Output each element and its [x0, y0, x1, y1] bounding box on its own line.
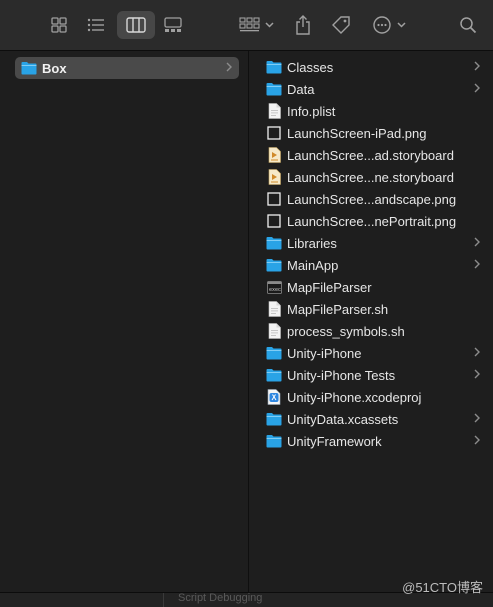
folder-icon — [266, 433, 282, 449]
file-name: Unity-iPhone Tests — [287, 367, 396, 383]
columns-icon — [126, 17, 146, 33]
file-name: Classes — [287, 59, 334, 75]
list-view-button[interactable] — [84, 11, 108, 39]
file-name: LaunchScreen-iPad.png — [287, 125, 427, 141]
document-icon — [266, 323, 282, 339]
list-item[interactable]: MapFileParser.sh — [266, 298, 487, 320]
list-item[interactable]: Info.plist — [266, 100, 487, 122]
storyboard-file-icon — [266, 169, 282, 185]
list-item[interactable]: UnityData.xcassets — [266, 408, 487, 430]
bottom-label: Script Debugging — [178, 592, 263, 604]
executable-icon: exec — [266, 279, 282, 295]
list-item[interactable]: Unity-iPhone — [266, 342, 487, 364]
list-item[interactable]: Unity-iPhone Tests — [266, 364, 487, 386]
file-name: MapFileParser — [287, 279, 372, 295]
file-name: UnityFramework — [287, 433, 382, 449]
storyboard-file-icon — [266, 147, 282, 163]
file-name: Libraries — [287, 235, 337, 251]
list-item[interactable]: Libraries — [266, 232, 487, 254]
folder-icon — [21, 60, 37, 76]
folder-icon — [266, 235, 282, 251]
finder-window: Box Classes Data Info.plist LaunchScreen-iP… — [0, 0, 493, 593]
file-name: process_symbols.sh — [287, 323, 405, 339]
folder-icon — [266, 367, 282, 383]
list-item[interactable]: process_symbols.sh — [266, 320, 487, 342]
gallery-icon — [164, 17, 182, 32]
list-item[interactable]: UnityFramework — [266, 430, 487, 452]
document-icon — [266, 301, 282, 317]
file-name: LaunchScree...ad.storyboard — [287, 147, 454, 163]
chevron-right-icon — [473, 434, 481, 449]
chevron-right-icon — [473, 346, 481, 361]
list-item[interactable]: exec MapFileParser — [266, 276, 487, 298]
grid-icon — [51, 17, 67, 33]
gallery-view-button[interactable] — [160, 11, 186, 39]
divider — [163, 593, 164, 607]
folder-icon — [266, 59, 282, 75]
tags-button[interactable] — [329, 11, 353, 39]
chevron-right-icon — [473, 368, 481, 383]
file-name: LaunchScree...nePortrait.png — [287, 213, 457, 229]
file-name: LaunchScree...ne.storyboard — [287, 169, 454, 185]
image-file-icon — [266, 125, 282, 141]
chevron-right-icon — [473, 258, 481, 273]
watermark: @51CTO博客 — [402, 580, 483, 595]
file-name: Unity-iPhone.xcodeproj — [287, 389, 422, 405]
list-item[interactable]: Classes — [266, 56, 487, 78]
xcodeproj-icon — [266, 389, 282, 405]
file-name: Data — [287, 81, 315, 97]
icon-view-button[interactable] — [48, 11, 70, 39]
folder-icon — [266, 345, 282, 361]
folder-icon — [266, 411, 282, 427]
tag-icon — [332, 16, 350, 34]
chevron-right-icon — [473, 82, 481, 97]
sidebar-item-box[interactable]: Box — [15, 57, 239, 79]
image-file-icon — [266, 191, 282, 207]
file-name: Info.plist — [287, 103, 336, 119]
file-name: UnityData.xcassets — [287, 411, 399, 427]
share-icon — [296, 15, 310, 35]
file-name: MainApp — [287, 257, 339, 273]
list-item[interactable]: Unity-iPhone.xcodeproj — [266, 386, 487, 408]
share-button[interactable] — [292, 11, 314, 39]
file-name: MapFileParser.sh — [287, 301, 389, 317]
search-button[interactable] — [456, 11, 480, 39]
group-by-button[interactable] — [238, 11, 276, 39]
chevron-right-icon — [473, 412, 481, 427]
folder-icon — [266, 257, 282, 273]
list-item[interactable]: LaunchScree...andscape.png — [266, 188, 487, 210]
toolbar — [0, 0, 493, 51]
column-1: Box — [0, 51, 249, 592]
file-name: Unity-iPhone — [287, 345, 362, 361]
file-name: LaunchScree...andscape.png — [287, 191, 457, 207]
group-icon — [239, 17, 274, 32]
list-item[interactable]: LaunchScree...ne.storyboard — [266, 166, 487, 188]
action-menu-button[interactable] — [370, 11, 410, 39]
ellipsis-circle-icon — [373, 16, 406, 34]
list-item[interactable]: LaunchScreen-iPad.png — [266, 122, 487, 144]
chevron-right-icon — [225, 61, 233, 76]
list-item[interactable]: LaunchScree...nePortrait.png — [266, 210, 487, 232]
chevron-right-icon — [473, 60, 481, 75]
sidebar-item-label: Box — [42, 60, 67, 76]
list-item[interactable]: LaunchScree...ad.storyboard — [266, 144, 487, 166]
list-item[interactable]: Data — [266, 78, 487, 100]
column-2: Classes Data Info.plist LaunchScreen-iPad.p… — [250, 51, 493, 592]
search-icon — [460, 17, 477, 34]
folder-icon — [266, 81, 282, 97]
list-icon — [87, 18, 104, 32]
document-icon — [266, 103, 282, 119]
list-item[interactable]: MainApp — [266, 254, 487, 276]
svg-text:exec: exec — [269, 287, 281, 293]
column-view-button[interactable] — [117, 11, 155, 39]
chevron-right-icon — [473, 236, 481, 251]
image-file-icon — [266, 213, 282, 229]
